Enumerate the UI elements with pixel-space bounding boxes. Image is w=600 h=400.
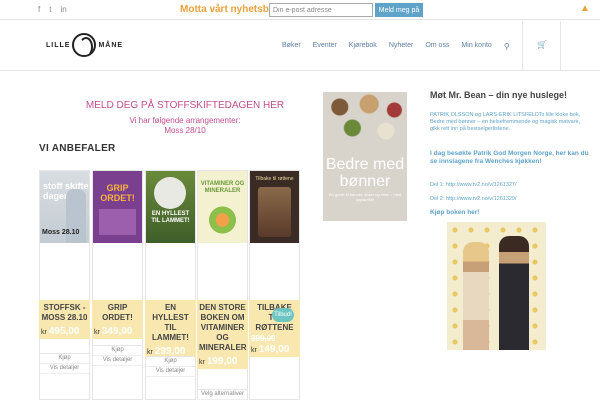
- product-card[interactable]: Tilbake til røttene TILBAKE TIL RØTTENE …: [249, 170, 300, 400]
- site-header: LILLE MÅNE Bøker Eventer Kjørebok Nyhete…: [0, 21, 600, 71]
- product-actions: Kjøp Vis detaljer: [40, 353, 89, 374]
- details-link[interactable]: Vis detaljer: [93, 356, 142, 366]
- authors-photo: [447, 222, 546, 350]
- site-logo[interactable]: LILLE MÅNE: [46, 30, 123, 60]
- cover-subtitle: Moss 28.10: [42, 229, 80, 236]
- sidebar-intro: PATRIK OLSSON og LARS-ERIK LITSFELDTs li…: [430, 112, 581, 132]
- product-price: kr 349,00: [94, 326, 141, 337]
- social-links: f t in: [38, 5, 67, 15]
- sidebar-link-part1[interactable]: Del 1: http://www.tv2.no/v/1261327/: [430, 182, 590, 189]
- event-moss[interactable]: Moss 28/10: [60, 126, 310, 136]
- photo-person-right: [499, 236, 529, 350]
- sidebar-title: Møt Mr. Bean – din nye huslege!: [430, 90, 568, 100]
- facebook-icon[interactable]: f: [38, 5, 40, 15]
- product-title[interactable]: GRIP ORDET!: [94, 303, 141, 323]
- cart-divider: [560, 21, 561, 71]
- feature-book-cover[interactable]: Bedre med bønner En guide til bønner, li…: [323, 92, 407, 221]
- cover-title: VITAMINER OG MINERALER: [200, 181, 245, 194]
- cover-sheep-shape: [154, 177, 186, 209]
- search-icon[interactable]: ⚲: [498, 42, 516, 51]
- currency-label: kr: [199, 359, 205, 366]
- nav-item-boker[interactable]: Bøker: [276, 21, 307, 71]
- product-title[interactable]: STOFFSK - MOSS 28.10: [41, 303, 88, 323]
- cover-bowls-image: [323, 92, 407, 152]
- events-intro: Vi har følgende arrangementer:: [129, 116, 241, 125]
- buy-button[interactable]: Kjøp: [93, 346, 142, 356]
- product-actions: Kjøp Vis detaljer: [93, 345, 142, 366]
- recommend-heading: VI ANBEFALER: [39, 143, 116, 154]
- logo-text-right: MÅNE: [98, 41, 124, 49]
- stoffskiftedagen-link[interactable]: MELD DEG PÅ STOFFSKIFTEDAGEN HER: [60, 100, 310, 111]
- book-cover-image[interactable]: GRIP ORDET!: [93, 171, 142, 243]
- buy-button[interactable]: Kjøp: [40, 354, 89, 364]
- sidebar-link-part2[interactable]: Del 2: http://www.tv2.no/v/1261329/: [430, 196, 590, 203]
- price-value: 495,00: [48, 326, 80, 337]
- currency-label: kr: [94, 329, 100, 336]
- product-card[interactable]: VITAMINER OG MINERALER DEN STORE BOKEN O…: [197, 170, 248, 400]
- cover-photo-shape: [99, 209, 136, 235]
- photo-backdrop: [447, 222, 546, 350]
- product-old-price: 399,00: [251, 333, 298, 344]
- cover-title: Tilbake til røttene: [255, 176, 294, 182]
- price-value: 349,00: [101, 326, 133, 337]
- cover-title: GRIP ORDET!: [100, 183, 135, 203]
- cover-title: EN HYLLEST TIL LAMMET!: [151, 211, 190, 224]
- linkedin-icon[interactable]: in: [60, 5, 66, 15]
- book-cover-image[interactable]: stoff skifte dagen Moss 28.10: [40, 171, 89, 243]
- product-actions: Kjøp Vis detaljer: [146, 356, 195, 377]
- main-nav: Bøker Eventer Kjørebok Nyheter Om oss Mi…: [276, 21, 523, 71]
- currency-label: kr: [251, 347, 257, 354]
- cart-icon[interactable]: 🛒: [537, 40, 547, 49]
- currency-label: kr: [41, 329, 47, 336]
- product-price: kr 149,00: [251, 344, 298, 355]
- price-value: 199,00: [206, 356, 238, 367]
- product-price: kr 495,00: [41, 326, 88, 337]
- details-link[interactable]: Vis detaljer: [146, 367, 195, 377]
- book-cover-image[interactable]: Tilbake til røttene: [250, 171, 299, 243]
- product-info: GRIP ORDET! kr 349,00: [92, 300, 143, 339]
- product-info: EN HYLLEST TIL LAMMET! kr 299,00: [145, 300, 196, 359]
- scroll-up-icon[interactable]: ▲: [580, 3, 590, 14]
- buy-button[interactable]: Kjøp: [146, 357, 195, 367]
- nav-item-om-oss[interactable]: Om oss: [419, 21, 455, 71]
- logo-text-left: LILLE: [46, 41, 71, 49]
- product-info: DEN STORE BOKEN OM VITAMINER OG MINERALE…: [197, 300, 248, 369]
- feature-book-title: Bedre med bønner: [325, 156, 405, 190]
- nav-item-kjorebok[interactable]: Kjørebok: [343, 21, 383, 71]
- product-actions: Velg alternativer: [198, 389, 247, 400]
- product-card[interactable]: EN HYLLEST TIL LAMMET! EN HYLLEST TIL LA…: [145, 170, 196, 400]
- book-cover-image[interactable]: EN HYLLEST TIL LAMMET!: [146, 171, 195, 243]
- product-info: STOFFSK - MOSS 28.10 kr 495,00: [39, 300, 90, 339]
- product-title[interactable]: EN HYLLEST TIL LAMMET!: [147, 303, 194, 343]
- photo-person-left: [463, 242, 489, 350]
- newsletter-email-input[interactable]: [269, 3, 373, 17]
- cover-fruit-shape: [206, 205, 239, 235]
- top-bar: f t in Motta vårt nyhetsbrev Meld meg på…: [0, 0, 600, 20]
- select-options-button[interactable]: Velg alternativer: [198, 390, 247, 400]
- nav-item-nyheter[interactable]: Nyheter: [383, 21, 420, 71]
- nav-divider: [521, 21, 523, 71]
- moon-logo-icon: [72, 33, 97, 57]
- nav-item-eventer[interactable]: Eventer: [307, 21, 343, 71]
- nav-item-min-konto[interactable]: Min konto: [455, 21, 497, 71]
- sidebar-bold-text: I dag besøkte Patrik God Morgen Norge, h…: [430, 150, 589, 165]
- product-title[interactable]: DEN STORE BOKEN OM VITAMINER OG MINERALE…: [199, 303, 247, 353]
- product-card[interactable]: stoff skifte dagen Moss 28.10 STOFFSK - …: [39, 170, 90, 400]
- details-link[interactable]: Vis detaljer: [40, 364, 89, 374]
- old-price-value: 399,00: [251, 334, 276, 343]
- sale-badge: Tilbud!: [272, 308, 294, 322]
- newsletter-signup-button[interactable]: Meld meg på: [375, 3, 423, 17]
- feature-book-subtitle: En guide til bønner, linser og erter – m…: [328, 192, 402, 202]
- product-card[interactable]: GRIP ORDET! GRIP ORDET! kr 349,00 Kjøp Vi…: [92, 170, 143, 400]
- currency-label: kr: [147, 349, 153, 356]
- book-cover-image[interactable]: VITAMINER OG MINERALER: [198, 171, 247, 243]
- buy-book-link[interactable]: Kjøp boken her!: [430, 209, 590, 217]
- price-value: 149,00: [258, 344, 290, 355]
- cover-photo-shape: [258, 187, 291, 237]
- product-price: kr 199,00: [199, 356, 246, 367]
- twitter-icon[interactable]: t: [49, 5, 51, 15]
